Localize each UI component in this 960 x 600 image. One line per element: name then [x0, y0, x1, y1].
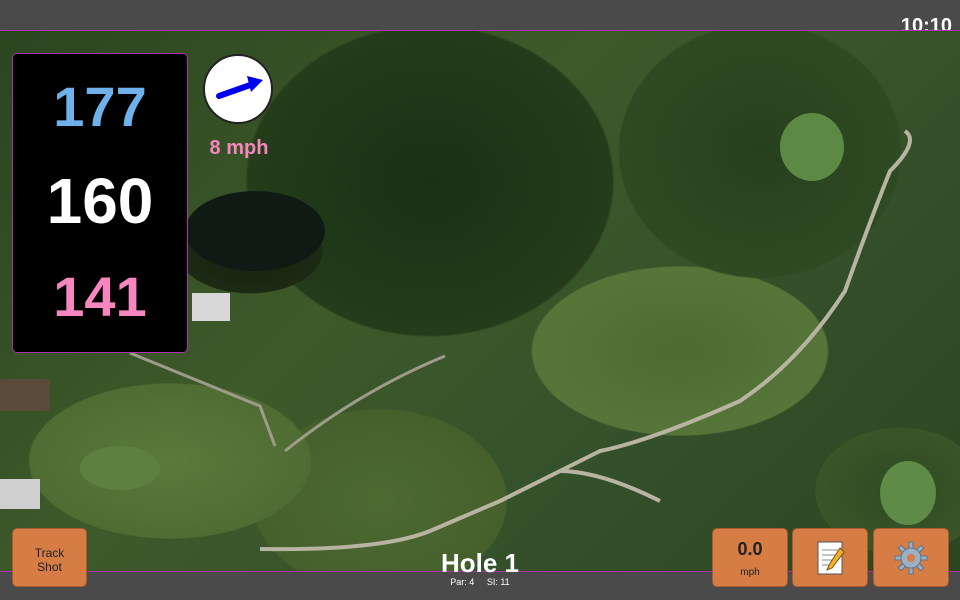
cart-path-north	[284, 354, 446, 453]
center-distance: 160	[46, 165, 154, 237]
track-shot-label-line1: Track	[34, 546, 65, 560]
wind-speed-label: 8 mph	[209, 137, 269, 159]
wind-reading-unit: mph	[740, 567, 760, 578]
wind-reading-button[interactable]: 0.0 mph	[712, 528, 788, 587]
building	[192, 293, 230, 321]
hole-title: Hole 1	[440, 548, 520, 578]
distance-panel: 177 160 141	[12, 53, 188, 353]
wind-reading-value: 0.0	[737, 539, 763, 559]
track-shot-label-line2: Shot	[37, 560, 62, 574]
tee-box	[80, 446, 160, 490]
hole-stroke-index: SI: 11	[486, 577, 510, 587]
hole-par: Par: 4	[450, 577, 475, 587]
cart-barn	[0, 479, 40, 509]
satellite-map[interactable]: 177 160 141 8 mph	[0, 30, 960, 572]
notepad-icon	[817, 541, 845, 575]
tee-green	[880, 461, 936, 525]
cart-path-west	[129, 351, 277, 447]
cart-path	[259, 129, 912, 552]
status-bar: 10:10	[0, 0, 960, 37]
notes-button[interactable]	[792, 528, 868, 587]
settings-button[interactable]	[873, 528, 949, 587]
gear-icon	[894, 541, 928, 575]
hole-info: Par: 4 SI: 11	[380, 577, 580, 587]
arrow-right-up-icon	[216, 76, 263, 99]
track-shot-button[interactable]: Track Shot	[12, 528, 87, 587]
cart-path-branch	[559, 469, 661, 503]
house	[0, 379, 50, 411]
pond	[185, 191, 325, 271]
back-distance: 177	[53, 75, 147, 138]
wind-direction-indicator	[203, 54, 273, 124]
front-distance: 141	[53, 265, 147, 328]
green	[780, 113, 844, 181]
